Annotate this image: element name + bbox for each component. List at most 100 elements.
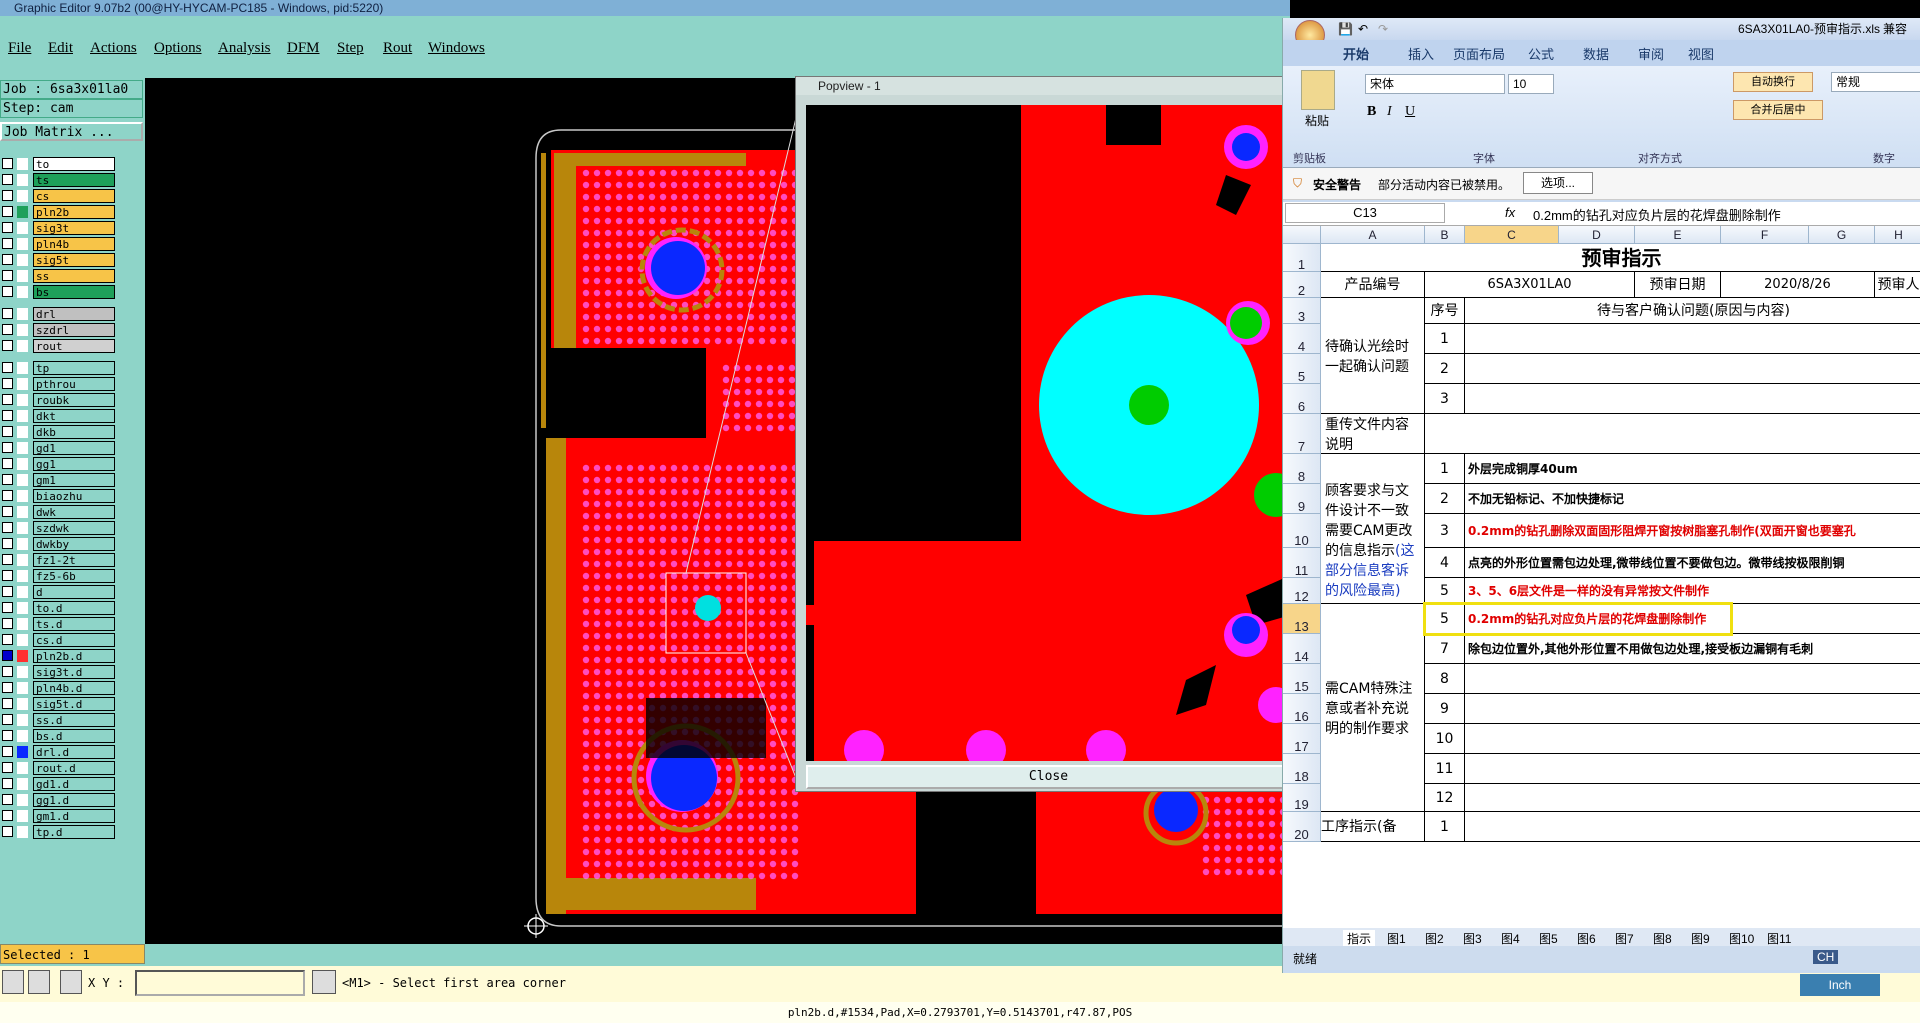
special-requirement-cell[interactable] bbox=[1465, 724, 1920, 754]
layer-name[interactable]: dwk bbox=[33, 505, 115, 519]
seq-cell[interactable]: 9 bbox=[1425, 694, 1465, 724]
cell-a13[interactable]: 需CAM特殊注意或者补充说明的制作要求 bbox=[1321, 604, 1425, 812]
seq-cell[interactable]: 12 bbox=[1425, 784, 1465, 812]
layer-name[interactable]: dkb bbox=[33, 425, 115, 439]
layer-row[interactable]: pln4b bbox=[0, 236, 118, 252]
sheet-tab[interactable]: 图1 bbox=[1387, 930, 1406, 947]
layer-checkbox[interactable] bbox=[2, 410, 13, 421]
content-cell[interactable] bbox=[1465, 812, 1920, 842]
cell-c3[interactable]: 待与客户确认问题(原因与内容) bbox=[1465, 298, 1920, 324]
cell-f2[interactable]: 2020/8/26 bbox=[1721, 272, 1875, 298]
layer-name[interactable]: ss bbox=[33, 269, 115, 283]
row-header[interactable]: 20 bbox=[1283, 812, 1321, 842]
layer-checkbox[interactable] bbox=[2, 458, 13, 469]
row-header[interactable]: 15 bbox=[1283, 664, 1321, 694]
seq-cell[interactable]: 1 bbox=[1425, 324, 1465, 354]
tool-icon-2[interactable] bbox=[28, 970, 50, 994]
layer-affected-box[interactable] bbox=[17, 490, 28, 502]
row-header[interactable]: 2 bbox=[1283, 272, 1321, 298]
ime-indicator[interactable]: CH bbox=[1813, 950, 1839, 964]
layer-name[interactable]: pln2b.d bbox=[33, 649, 115, 663]
layer-checkbox[interactable] bbox=[2, 602, 13, 613]
layer-checkbox[interactable] bbox=[2, 174, 13, 185]
layer-checkbox[interactable] bbox=[2, 586, 13, 597]
layer-affected-box[interactable] bbox=[17, 778, 28, 790]
layer-name[interactable]: gg1.d bbox=[33, 793, 115, 807]
layer-row[interactable]: szdwk bbox=[0, 520, 118, 536]
layer-checkbox[interactable] bbox=[2, 426, 13, 437]
sheet-tab[interactable]: 图2 bbox=[1425, 930, 1444, 947]
layer-affected-box[interactable] bbox=[17, 458, 28, 470]
layer-affected-box[interactable] bbox=[17, 810, 28, 822]
special-requirement-cell[interactable]: 除包边位置外,其他外形位置不用做包边处理,接受板边漏铜有毛刺 bbox=[1465, 634, 1920, 664]
special-requirement-cell[interactable] bbox=[1465, 694, 1920, 724]
layer-name[interactable]: ss.d bbox=[33, 713, 115, 727]
sheet-tab[interactable]: 指示 bbox=[1343, 930, 1376, 947]
tab-insert[interactable]: 插入 bbox=[1408, 44, 1434, 63]
layer-name[interactable]: to.d bbox=[33, 601, 115, 615]
layer-checkbox[interactable] bbox=[2, 746, 13, 757]
tab-formulas[interactable]: 公式 bbox=[1528, 44, 1554, 63]
row-header[interactable]: 7 bbox=[1283, 414, 1321, 454]
layer-name[interactable]: to bbox=[33, 157, 115, 171]
layer-name[interactable]: gg1 bbox=[33, 457, 115, 471]
fx-icon[interactable]: fx bbox=[1505, 205, 1515, 220]
layer-name[interactable]: ts.d bbox=[33, 617, 115, 631]
layer-row[interactable]: cs bbox=[0, 188, 118, 204]
layer-checkbox[interactable] bbox=[2, 794, 13, 805]
layer-name[interactable]: pln2b bbox=[33, 205, 115, 219]
layer-name[interactable]: ts bbox=[33, 173, 115, 187]
layer-row[interactable]: gg1.d bbox=[0, 792, 118, 808]
layer-row[interactable]: pln2b bbox=[0, 204, 118, 220]
layer-row[interactable]: sig5t.d bbox=[0, 696, 118, 712]
layer-checkbox[interactable] bbox=[2, 698, 13, 709]
layer-row[interactable]: biaozhu bbox=[0, 488, 118, 504]
tab-page-layout[interactable]: 页面布局 bbox=[1453, 44, 1505, 63]
layer-name[interactable]: bs bbox=[33, 285, 115, 299]
layer-row[interactable]: ss.d bbox=[0, 712, 118, 728]
layer-checkbox[interactable] bbox=[2, 538, 13, 549]
layer-affected-box[interactable] bbox=[17, 730, 28, 742]
cell-h2[interactable]: 预审人 bbox=[1875, 272, 1920, 298]
popview-canvas[interactable] bbox=[806, 105, 1291, 761]
tab-view[interactable]: 视图 bbox=[1688, 44, 1714, 63]
layer-name[interactable]: rout bbox=[33, 339, 115, 353]
layer-name[interactable]: sig3t bbox=[33, 221, 115, 235]
layer-affected-box[interactable] bbox=[17, 442, 28, 454]
layer-affected-box[interactable] bbox=[17, 378, 28, 390]
layer-affected-box[interactable] bbox=[17, 666, 28, 678]
sheet-tab[interactable]: 图10 bbox=[1729, 930, 1754, 947]
layer-affected-box[interactable] bbox=[17, 190, 28, 202]
menu-windows[interactable]: Windows bbox=[428, 40, 485, 57]
seq-cell[interactable]: 3 bbox=[1425, 514, 1465, 548]
menu-rout[interactable]: Rout bbox=[383, 40, 412, 57]
units-indicator[interactable]: Inch bbox=[1800, 974, 1880, 996]
worksheet-grid[interactable]: A B C D E F G H 1 2 3 4 5 6 7 8 9 10 11 12 13 14 15 16 17 18 19 20 预… bbox=[1283, 226, 1920, 928]
grid-icon[interactable] bbox=[60, 970, 82, 994]
sheet-tab[interactable]: 图8 bbox=[1653, 930, 1672, 947]
layer-checkbox[interactable] bbox=[2, 554, 13, 565]
layer-affected-box[interactable] bbox=[17, 254, 28, 266]
layer-name[interactable]: tp.d bbox=[33, 825, 115, 839]
layer-affected-box[interactable] bbox=[17, 474, 28, 486]
layer-affected-box[interactable] bbox=[17, 602, 28, 614]
redo-icon[interactable]: ↷ bbox=[1378, 18, 1388, 40]
special-requirement-cell[interactable] bbox=[1465, 784, 1920, 812]
layer-affected-box[interactable] bbox=[17, 714, 28, 726]
layer-row[interactable]: gd1.d bbox=[0, 776, 118, 792]
layer-checkbox[interactable] bbox=[2, 490, 13, 501]
row-header[interactable]: 3 bbox=[1283, 298, 1321, 324]
layer-name[interactable]: sig5t.d bbox=[33, 697, 115, 711]
layer-name[interactable]: tp bbox=[33, 361, 115, 375]
layer-name[interactable]: gd1.d bbox=[33, 777, 115, 791]
layer-row[interactable]: pln2b.d bbox=[0, 648, 118, 664]
menu-options[interactable]: Options bbox=[154, 40, 202, 57]
requirement-cell[interactable]: 点亮的外形位置需包边处理,微带线位置不要做包边。微带线按极限削铜 bbox=[1465, 548, 1920, 578]
cell-a2[interactable]: 产品编号 bbox=[1321, 272, 1425, 298]
layer-checkbox[interactable] bbox=[2, 308, 13, 319]
layer-checkbox[interactable] bbox=[2, 618, 13, 629]
layer-name[interactable]: pln4b bbox=[33, 237, 115, 251]
requirement-cell[interactable]: 外层完成铜厚40um bbox=[1465, 454, 1920, 484]
layer-row[interactable]: gm1 bbox=[0, 472, 118, 488]
layer-checkbox[interactable] bbox=[2, 810, 13, 821]
